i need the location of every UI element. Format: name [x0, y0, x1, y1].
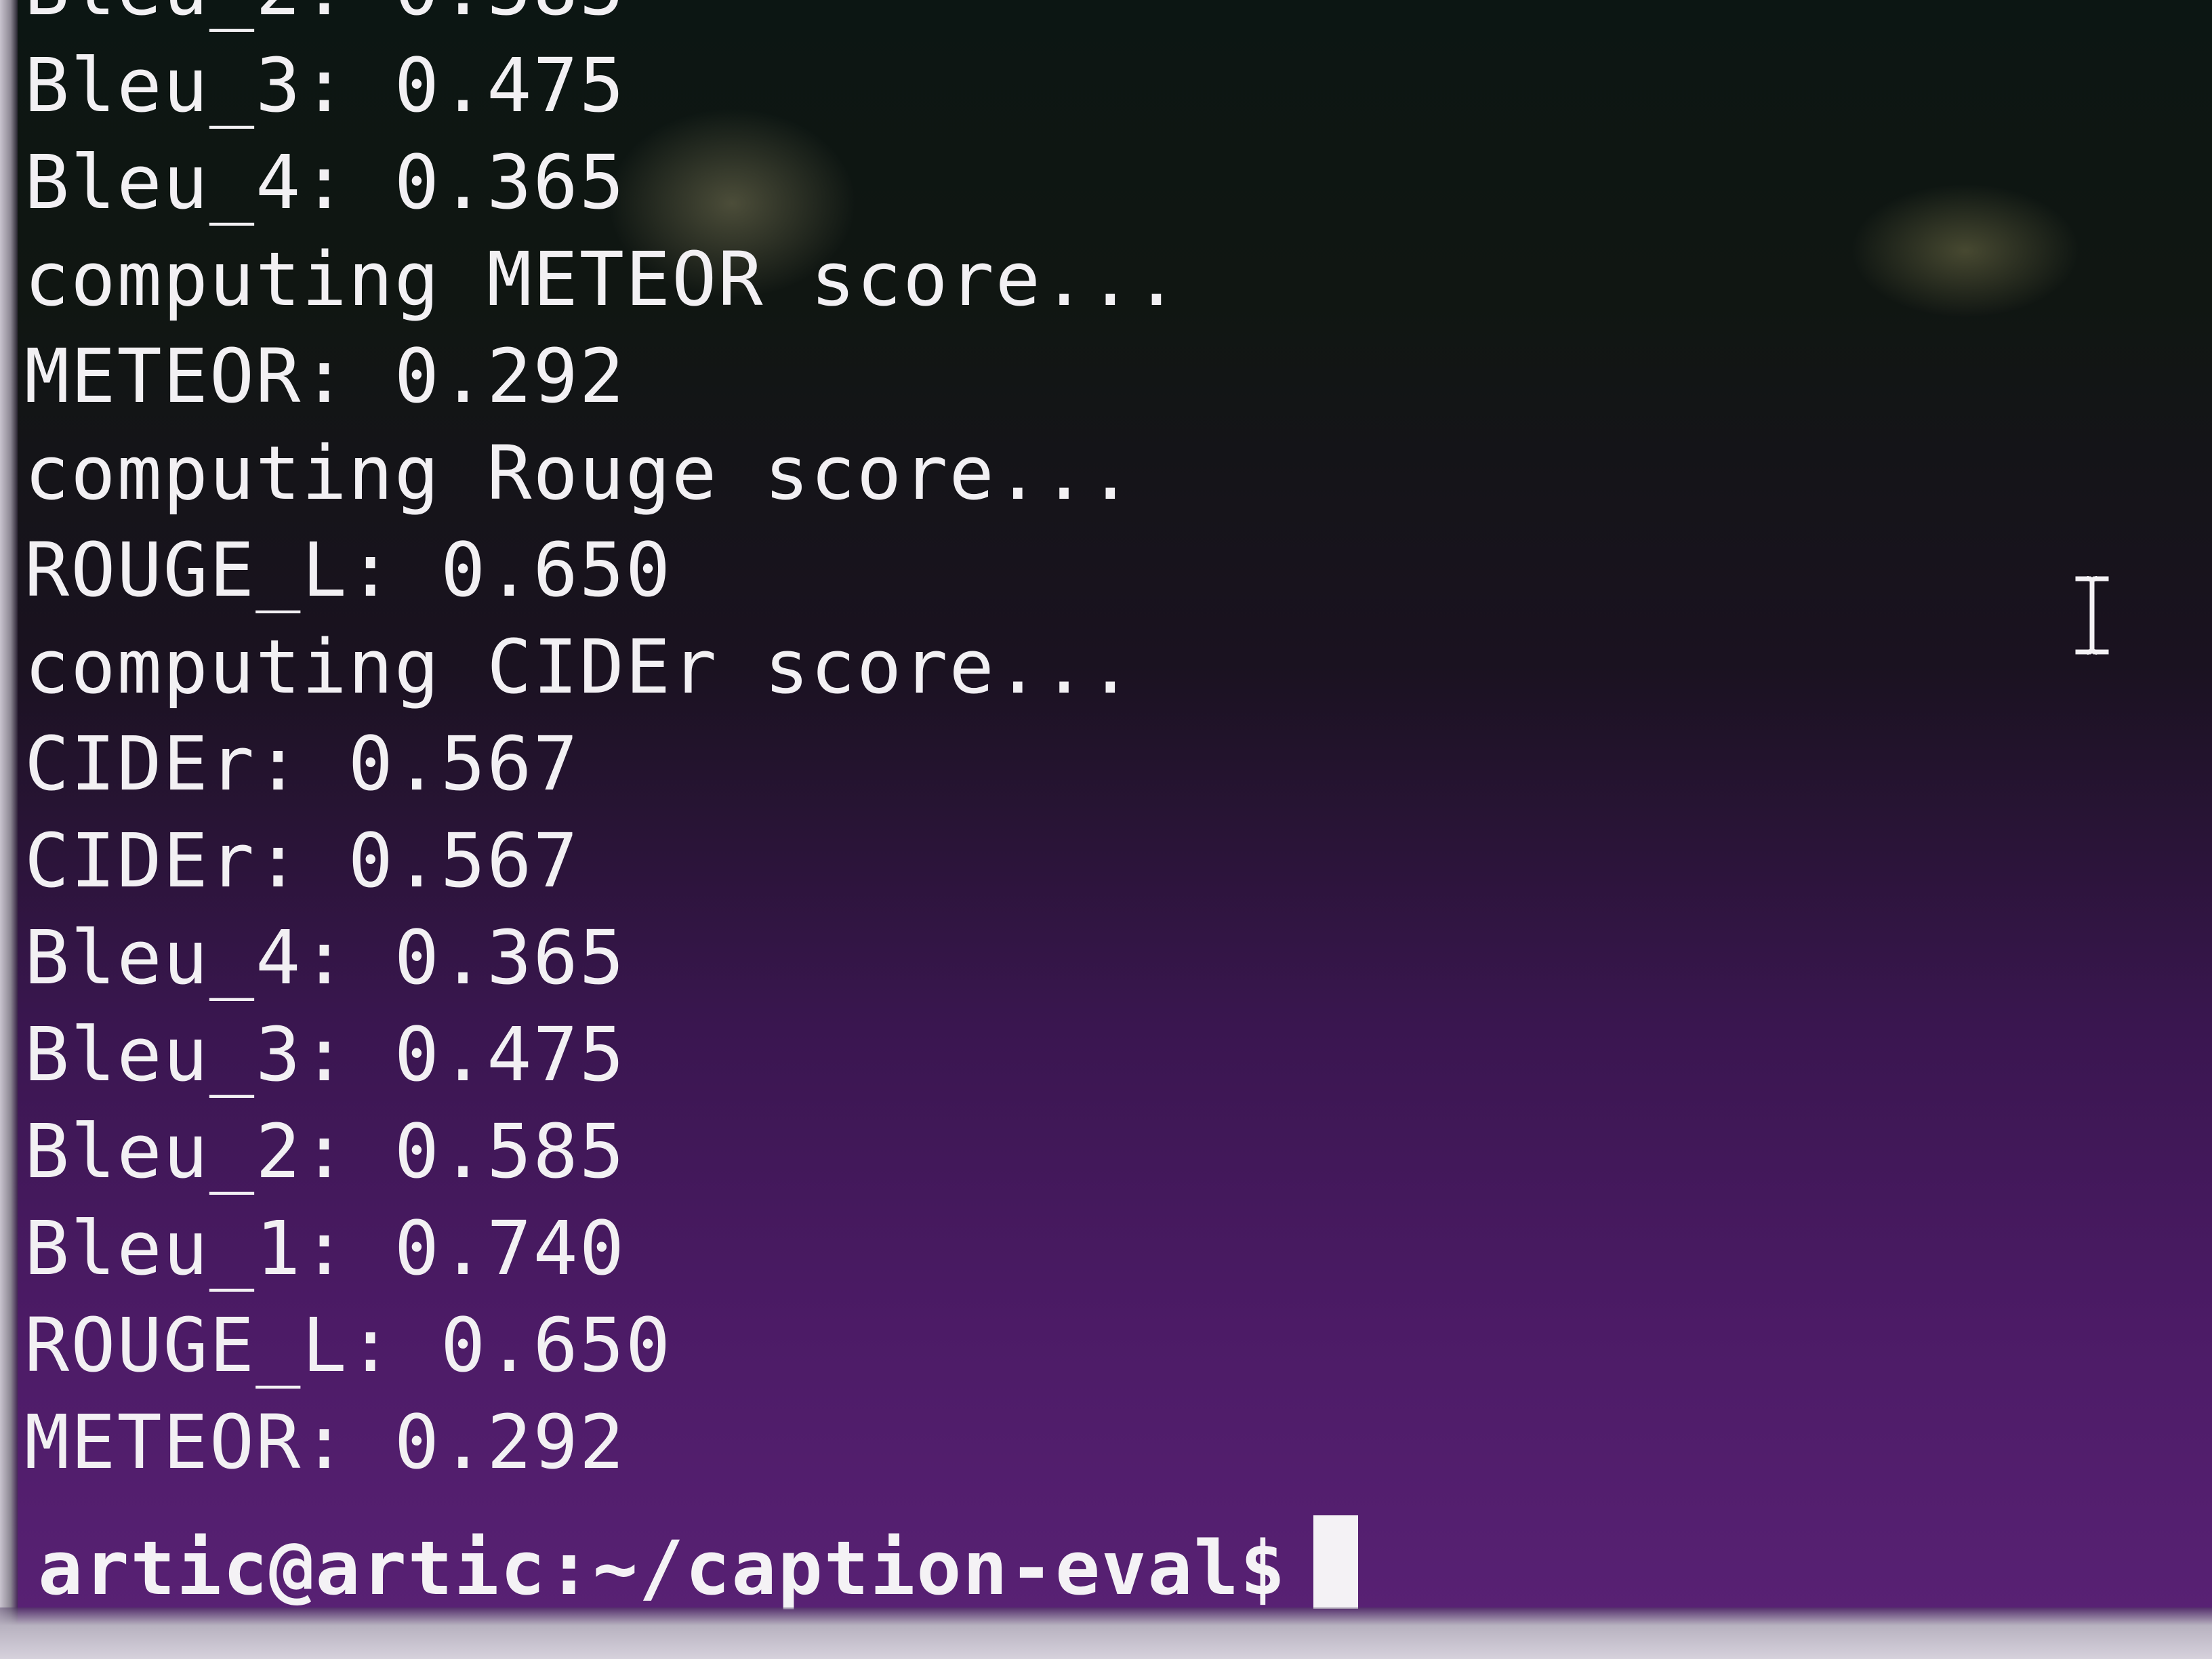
terminal-line: Bleu_3: 0.475	[24, 42, 626, 129]
terminal-line: Bleu_4: 0.365	[24, 139, 626, 226]
command-prompt[interactable]: artic@artic:~/caption-eval$	[38, 1515, 1359, 1612]
prompt-text: artic@artic:~/caption-eval$	[38, 1525, 1287, 1612]
terminal-line: Bleu_2: 0.585	[24, 1108, 626, 1195]
terminal-output: Bleu_2: 0.585 Bleu_3: 0.475 Bleu_4: 0.36…	[24, 0, 1181, 1491]
terminal-line: Bleu_1: 0.740	[24, 1205, 626, 1292]
terminal-line: ROUGE_L: 0.650	[24, 1302, 672, 1389]
screen-bezel-left	[0, 0, 18, 1659]
terminal-line: ROUGE_L: 0.650	[24, 527, 672, 613]
terminal-line: METEOR: 0.292	[24, 333, 626, 419]
terminal-line: Bleu_3: 0.475	[24, 1011, 626, 1098]
terminal-line: computing Rouge score...	[24, 430, 1134, 516]
ibeam-cursor-icon	[2075, 576, 2109, 655]
text-cursor	[1313, 1515, 1359, 1609]
terminal-line: Bleu_4: 0.365	[24, 914, 626, 1001]
screen-bezel-bottom	[0, 1607, 2212, 1659]
terminal-line: CIDEr: 0.567	[24, 817, 579, 904]
terminal-line: Bleu_2: 0.585	[24, 0, 1181, 37]
terminal-line: CIDEr: 0.567	[24, 720, 579, 807]
terminal-line: computing CIDEr score...	[24, 623, 1134, 710]
terminal-line: computing METEOR score...	[24, 236, 1181, 323]
terminal-line: METEOR: 0.292	[24, 1399, 626, 1486]
terminal-window[interactable]: Bleu_2: 0.585 Bleu_3: 0.475 Bleu_4: 0.36…	[0, 0, 2212, 1659]
